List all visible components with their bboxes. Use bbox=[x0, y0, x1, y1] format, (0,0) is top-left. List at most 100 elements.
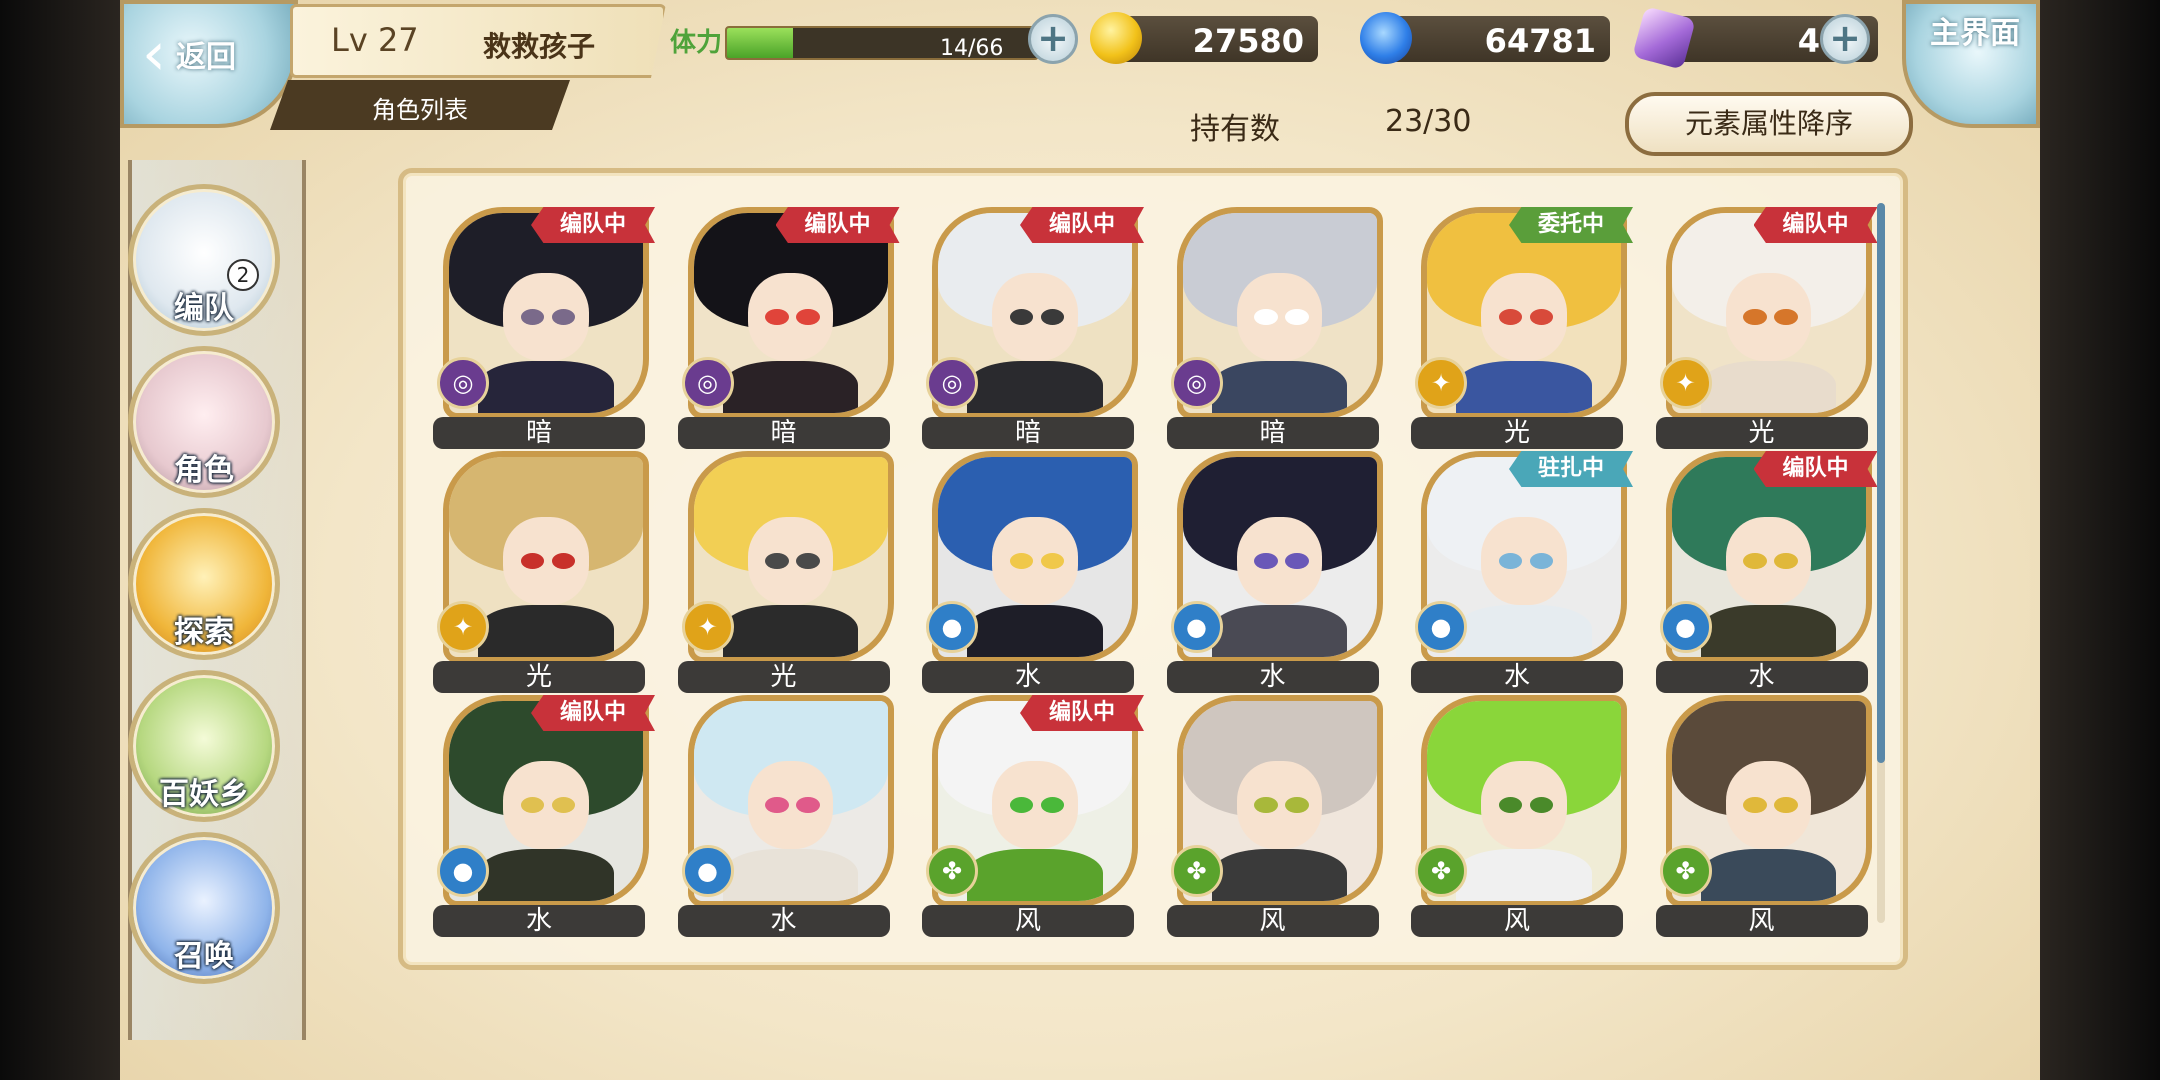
portrait-face bbox=[503, 761, 589, 849]
menu-explore-button[interactable]: 探索 bbox=[128, 508, 280, 660]
portrait-eye bbox=[1498, 309, 1523, 325]
back-chevron-icon: ‹ bbox=[142, 19, 166, 89]
element-label: 水 bbox=[677, 905, 890, 937]
element-label: 暗 bbox=[1166, 417, 1379, 449]
element-icon: ✤ bbox=[1415, 845, 1467, 897]
portrait-eye bbox=[1254, 797, 1278, 813]
element-label: 光 bbox=[1411, 417, 1623, 449]
portrait-eye bbox=[1529, 309, 1554, 325]
character-card[interactable]: ✤ 编队中风 bbox=[922, 695, 1144, 937]
portrait-eye bbox=[1743, 797, 1767, 813]
element-label: 水 bbox=[922, 661, 1134, 693]
portrait-face bbox=[992, 517, 1078, 605]
portrait-body bbox=[722, 849, 859, 901]
character-card[interactable]: ● 水 bbox=[677, 695, 900, 937]
element-label: 光 bbox=[1655, 417, 1868, 449]
status-badge: 驻扎中 bbox=[1509, 451, 1633, 487]
sort-button[interactable]: 元素属性降序 bbox=[1625, 92, 1913, 156]
portrait-face bbox=[1236, 761, 1323, 849]
menu-village-label: 百妖乡 bbox=[159, 777, 249, 812]
menu-character-label: 角色 bbox=[174, 453, 234, 488]
status-badge: 编队中 bbox=[1020, 695, 1144, 731]
menu-village-button[interactable]: 百妖乡 bbox=[128, 670, 280, 822]
portrait-face bbox=[747, 273, 834, 361]
element-label: 光 bbox=[677, 661, 890, 693]
add-crystal-button[interactable]: + bbox=[1820, 14, 1870, 64]
portrait-face bbox=[992, 273, 1078, 361]
character-card[interactable]: ✦ 委托中光 bbox=[1411, 207, 1633, 449]
character-card[interactable]: ● 驻扎中水 bbox=[1411, 451, 1633, 693]
portrait-face bbox=[747, 761, 834, 849]
scrollbar-thumb[interactable] bbox=[1877, 203, 1885, 763]
character-card[interactable]: ● 编队中水 bbox=[1655, 451, 1878, 693]
element-label: 风 bbox=[1411, 905, 1623, 937]
owned-label: 持有数 bbox=[1190, 112, 1280, 147]
portrait-eye bbox=[1743, 309, 1767, 325]
character-card[interactable]: ✤ 风 bbox=[1166, 695, 1389, 937]
element-icon: ✦ bbox=[437, 601, 489, 653]
status-badge: 编队中 bbox=[1753, 207, 1878, 243]
portrait-eye bbox=[1498, 797, 1523, 813]
character-list-panel: ◎ 编队中暗 ◎ 编队中暗 ◎ 编队中暗 ◎ 暗 ✦ 委托中光 ✦ 编队中光 ✦ 光 ✦ 光 ● 水 ● 水 ● 驻扎中水… bbox=[398, 168, 1908, 970]
add-stamina-button[interactable]: + bbox=[1028, 14, 1078, 64]
character-card[interactable]: ◎ 编队中暗 bbox=[922, 207, 1144, 449]
character-card[interactable]: ✤ 风 bbox=[1655, 695, 1878, 937]
owned-value: 23/30 bbox=[1385, 104, 1472, 139]
crystal-icon bbox=[1632, 6, 1696, 70]
character-card[interactable]: ✤ 风 bbox=[1411, 695, 1633, 937]
portrait-face bbox=[1236, 517, 1323, 605]
portrait-body bbox=[1211, 605, 1348, 657]
character-card[interactable]: ◎ 编队中暗 bbox=[433, 207, 655, 449]
home-button[interactable]: 主界面 bbox=[1902, 0, 2040, 128]
gold-counter: 27580 bbox=[1090, 12, 1318, 64]
menu-summon-button[interactable]: 召唤 bbox=[128, 832, 280, 984]
element-icon: ● bbox=[437, 845, 489, 897]
portrait-eye bbox=[1040, 553, 1065, 569]
portrait-eye bbox=[1040, 797, 1065, 813]
character-card[interactable]: ● 编队中水 bbox=[433, 695, 655, 937]
portrait-face bbox=[1725, 761, 1812, 849]
element-icon: ◎ bbox=[1170, 357, 1223, 409]
portrait-body bbox=[1456, 361, 1592, 413]
character-card[interactable]: ● 水 bbox=[1166, 451, 1389, 693]
water-drop-icon bbox=[1360, 12, 1412, 64]
element-label: 水 bbox=[433, 905, 645, 937]
element-icon: ● bbox=[926, 601, 978, 653]
stamina-value: 14/66 bbox=[940, 36, 1004, 61]
portrait-eye bbox=[1009, 309, 1034, 325]
portrait-face bbox=[992, 761, 1078, 849]
character-card[interactable]: ◎ 暗 bbox=[1166, 207, 1389, 449]
portrait-body bbox=[1700, 605, 1837, 657]
portrait-eye bbox=[1285, 797, 1309, 813]
portrait-body bbox=[1700, 849, 1837, 901]
portrait-eye bbox=[1009, 797, 1034, 813]
water-value: 64781 bbox=[1484, 22, 1596, 60]
element-icon: ● bbox=[681, 845, 734, 897]
element-icon: ● bbox=[1170, 601, 1223, 653]
element-icon: ✤ bbox=[1659, 845, 1712, 897]
back-button[interactable]: ‹ 返回 bbox=[120, 0, 298, 128]
element-icon: ✦ bbox=[1415, 357, 1467, 409]
character-card[interactable]: ✦ 光 bbox=[677, 451, 900, 693]
portrait-face bbox=[1481, 517, 1567, 605]
element-label: 暗 bbox=[433, 417, 645, 449]
element-icon: ✦ bbox=[1659, 357, 1712, 409]
right-letterbox bbox=[2040, 0, 2160, 1080]
scrollbar[interactable] bbox=[1877, 203, 1885, 923]
portrait-eye bbox=[1774, 309, 1798, 325]
status-badge: 编队中 bbox=[775, 207, 900, 243]
portrait-body bbox=[1456, 849, 1592, 901]
portrait-eye bbox=[551, 553, 576, 569]
character-card[interactable]: ✦ 编队中光 bbox=[1655, 207, 1878, 449]
menu-summon-label: 召唤 bbox=[174, 939, 234, 974]
character-card[interactable]: ◎ 编队中暗 bbox=[677, 207, 900, 449]
portrait-body bbox=[1211, 361, 1348, 413]
character-card[interactable]: ✦ 光 bbox=[433, 451, 655, 693]
element-label: 水 bbox=[1411, 661, 1623, 693]
crystal-value: 4 bbox=[1797, 22, 1820, 60]
menu-formation-button[interactable]: 编队 2 bbox=[128, 184, 280, 336]
menu-character-button[interactable]: 角色 bbox=[128, 346, 280, 498]
portrait-body bbox=[967, 849, 1103, 901]
character-card[interactable]: ● 水 bbox=[922, 451, 1144, 693]
menu-explore-label: 探索 bbox=[174, 615, 234, 650]
